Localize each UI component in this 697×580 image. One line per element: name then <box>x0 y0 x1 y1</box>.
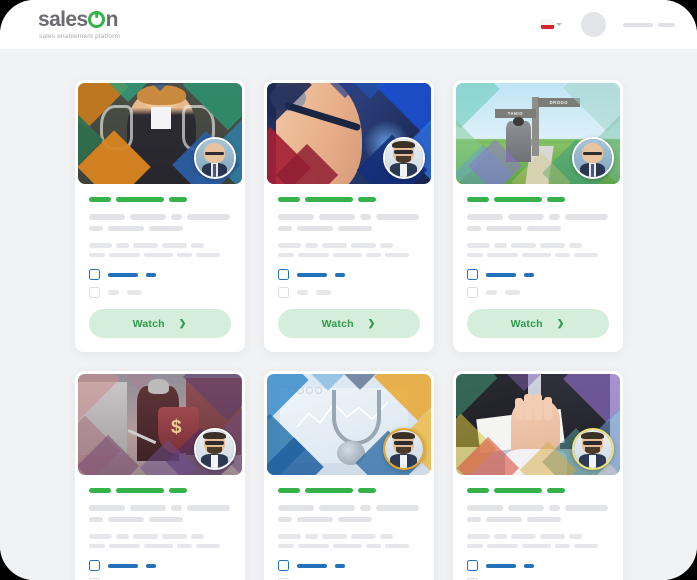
brand-logo-wordmark: sales n <box>38 9 120 30</box>
checkbox-secondary[interactable] <box>277 287 289 298</box>
language-selector[interactable] <box>541 20 562 29</box>
chevron-right-icon: ❯ <box>556 318 565 328</box>
brand-logo-text: sales <box>38 7 88 31</box>
card-text-skeleton-line <box>88 225 231 231</box>
card-meta-skeleton-line <box>88 252 231 257</box>
thumbnail-strong-woman-chalkboard-muscles[interactable] <box>77 83 242 184</box>
card-title-skeleton <box>466 197 609 202</box>
card-text-skeleton-line <box>277 505 420 511</box>
card-text-skeleton-line <box>466 214 609 220</box>
speaker-avatar-bearded-man-glasses <box>571 428 614 470</box>
thumbnail-stethoscope-chart[interactable] <box>266 374 431 475</box>
checkbox-primary[interactable] <box>88 560 100 571</box>
page-header: sales n sales enablement platform <box>0 0 697 49</box>
card-text-skeleton-line <box>466 225 609 231</box>
card-title-skeleton <box>277 488 420 493</box>
checkbox-primary[interactable] <box>88 269 100 280</box>
card-text-skeleton-line <box>88 214 231 220</box>
card-body <box>75 475 245 580</box>
card-meta-skeleton-line <box>466 534 609 539</box>
video-card[interactable]: Watch ❯ <box>263 80 434 352</box>
watch-button-label: Watch <box>510 317 543 330</box>
card-body <box>264 475 434 580</box>
checkbox-secondary[interactable] <box>88 287 100 298</box>
card-option-row-primary[interactable] <box>277 269 420 280</box>
placeholder-bar <box>623 22 653 27</box>
card-title-skeleton <box>466 488 609 493</box>
thumbnail-knight-dollar-shield[interactable]: $ <box>77 374 242 475</box>
checkbox-primary[interactable] <box>466 269 478 280</box>
speaker-avatar-bald-man-glasses <box>571 137 614 179</box>
user-name-placeholder <box>623 22 675 27</box>
card-body <box>453 475 623 580</box>
card-meta-skeleton-line <box>277 534 420 539</box>
card-title-skeleton <box>88 197 231 202</box>
card-meta-skeleton-line <box>466 543 609 548</box>
speaker-avatar-bald-man-glasses <box>193 137 236 179</box>
card-option-row-primary[interactable] <box>466 269 609 280</box>
brand-tagline: sales enablement platform <box>39 32 121 40</box>
card-body <box>75 184 245 298</box>
watch-button[interactable]: Watch ❯ <box>88 309 231 338</box>
card-meta-skeleton-line <box>88 243 231 248</box>
avatar[interactable] <box>581 12 606 37</box>
video-card[interactable]: TANIO DROGO Watch ❯ <box>452 80 623 352</box>
card-text-skeleton-line <box>277 214 420 220</box>
checkbox-primary[interactable] <box>277 269 289 280</box>
chevron-right-icon: ❯ <box>178 318 187 328</box>
thumbnail-signpost-tanio-drogo[interactable]: TANIO DROGO <box>455 83 620 184</box>
card-title-skeleton <box>277 197 420 202</box>
card-option-row-primary[interactable] <box>88 560 231 571</box>
speaker-avatar-bearded-man-glasses <box>382 428 425 470</box>
card-meta-skeleton-line <box>277 543 420 548</box>
card-meta-skeleton-line <box>466 243 609 248</box>
app-window: sales n sales enablement platform Watch … <box>0 0 697 580</box>
card-body <box>453 184 623 298</box>
card-option-row-primary[interactable] <box>88 269 231 280</box>
video-card[interactable]: Watch ❯ <box>74 80 245 352</box>
card-option-row-secondary[interactable] <box>466 287 609 298</box>
card-meta-skeleton-line <box>466 252 609 257</box>
card-meta-skeleton-line <box>88 543 231 548</box>
placeholder-bar <box>658 22 675 27</box>
thumbnail-hand-refusing-document[interactable] <box>455 374 620 475</box>
checkbox-primary[interactable] <box>277 560 289 571</box>
card-meta-skeleton-line <box>277 243 420 248</box>
card-meta-skeleton-line <box>88 534 231 539</box>
card-text-skeleton-line <box>88 505 231 511</box>
card-option-row-primary[interactable] <box>466 560 609 571</box>
chevron-down-icon <box>556 23 562 26</box>
video-card-grid: Watch ❯ Watch ❯ TANIO DROGO Watch ❯ $ <box>0 80 697 580</box>
card-text-skeleton-line <box>277 225 420 231</box>
card-option-row-secondary[interactable] <box>277 287 420 298</box>
brand-logo-text-tail: n <box>105 7 119 31</box>
checkbox-secondary[interactable] <box>466 287 478 298</box>
video-card[interactable]: Watch ❯ <box>263 371 434 580</box>
card-text-skeleton-line <box>277 516 420 522</box>
card-option-row-secondary[interactable] <box>88 287 231 298</box>
thumbnail-call-center-headset[interactable] <box>266 83 431 184</box>
poland-flag-icon <box>541 20 554 29</box>
card-body <box>264 184 434 298</box>
chevron-right-icon: ❯ <box>367 318 376 328</box>
watch-button-label: Watch <box>321 317 354 330</box>
main-content: Watch ❯ Watch ❯ TANIO DROGO Watch ❯ $ <box>0 49 697 580</box>
video-card[interactable]: $ <box>74 371 245 580</box>
card-option-row-primary[interactable] <box>277 560 420 571</box>
brand-logo[interactable]: sales n sales enablement platform <box>38 9 120 40</box>
watch-button[interactable]: Watch ❯ <box>466 309 609 338</box>
card-text-skeleton-line <box>88 516 231 522</box>
power-on-icon <box>88 10 106 28</box>
card-title-skeleton <box>88 488 231 493</box>
header-actions <box>541 12 675 37</box>
card-text-skeleton-line <box>466 516 609 522</box>
speaker-avatar-bearded-man-glasses <box>193 428 236 470</box>
video-card[interactable]: Watch ❯ <box>452 371 623 580</box>
card-text-skeleton-line <box>466 505 609 511</box>
speaker-avatar-bearded-man-glasses <box>382 137 425 179</box>
card-meta-skeleton-line <box>277 252 420 257</box>
watch-button-label: Watch <box>132 317 165 330</box>
watch-button[interactable]: Watch ❯ <box>277 309 420 338</box>
checkbox-primary[interactable] <box>466 560 478 571</box>
